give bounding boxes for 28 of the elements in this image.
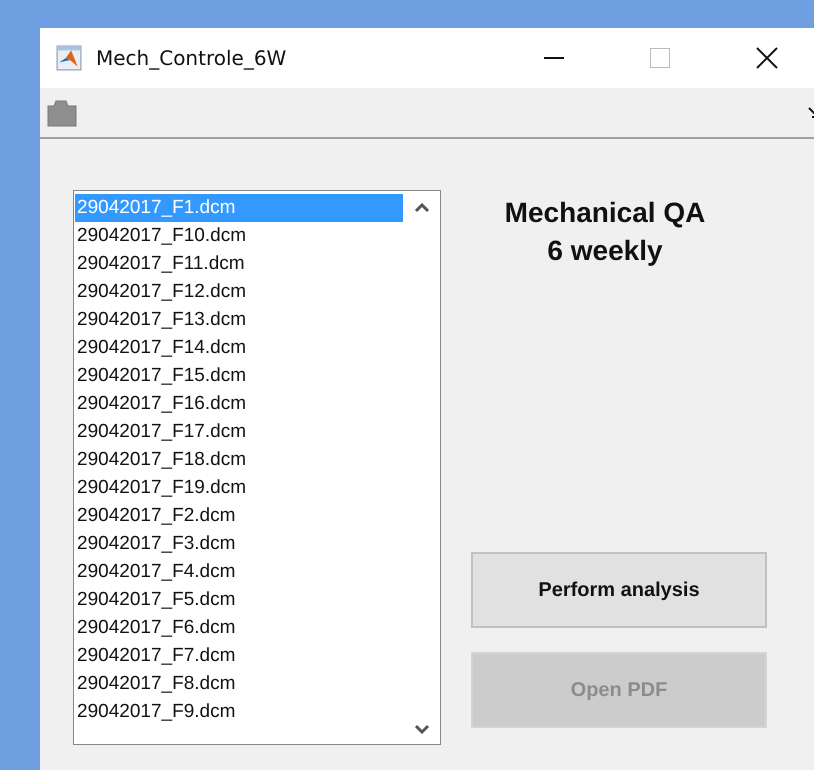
close-icon[interactable]	[756, 47, 778, 69]
file-list-item[interactable]: 29042017_F10.dcm	[75, 222, 403, 250]
file-list-item[interactable]: 29042017_F16.dcm	[75, 390, 403, 418]
file-list-item[interactable]: 29042017_F12.dcm	[75, 278, 403, 306]
file-list-item[interactable]: 29042017_F13.dcm	[75, 306, 403, 334]
file-list-item[interactable]: 29042017_F19.dcm	[75, 474, 403, 502]
file-list-item[interactable]: 29042017_F7.dcm	[75, 642, 403, 670]
file-list-item[interactable]: 29042017_F9.dcm	[75, 698, 403, 726]
file-list-item[interactable]: 29042017_F2.dcm	[75, 502, 403, 530]
file-list-item[interactable]: 29042017_F11.dcm	[75, 250, 403, 278]
file-list-item[interactable]: 29042017_F6.dcm	[75, 614, 403, 642]
file-list-item[interactable]: 29042017_F17.dcm	[75, 418, 403, 446]
action-button[interactable]: Perform analysis	[471, 552, 767, 628]
window-title: Mech_Controle_6W	[96, 46, 286, 70]
file-list-item[interactable]: 29042017_F8.dcm	[75, 670, 403, 698]
scroll-up-icon[interactable]	[414, 203, 430, 213]
app-logo-icon	[56, 45, 82, 71]
file-list-item[interactable]: 29042017_F3.dcm	[75, 530, 403, 558]
file-list-item[interactable]: 29042017_F15.dcm	[75, 362, 403, 390]
file-list-item[interactable]: 29042017_F5.dcm	[75, 586, 403, 614]
file-list-item[interactable]: 29042017_F14.dcm	[75, 334, 403, 362]
heading-text: Mechanical QA	[504, 196, 706, 230]
scroll-down-icon[interactable]	[414, 724, 430, 734]
folder-icon[interactable]	[46, 98, 78, 128]
heading-text: 6 weekly	[547, 234, 663, 268]
file-list[interactable]	[73, 190, 441, 745]
file-list-item[interactable]: 29042017_F4.dcm	[75, 558, 403, 586]
file-list-item[interactable]: 29042017_F18.dcm	[75, 446, 403, 474]
